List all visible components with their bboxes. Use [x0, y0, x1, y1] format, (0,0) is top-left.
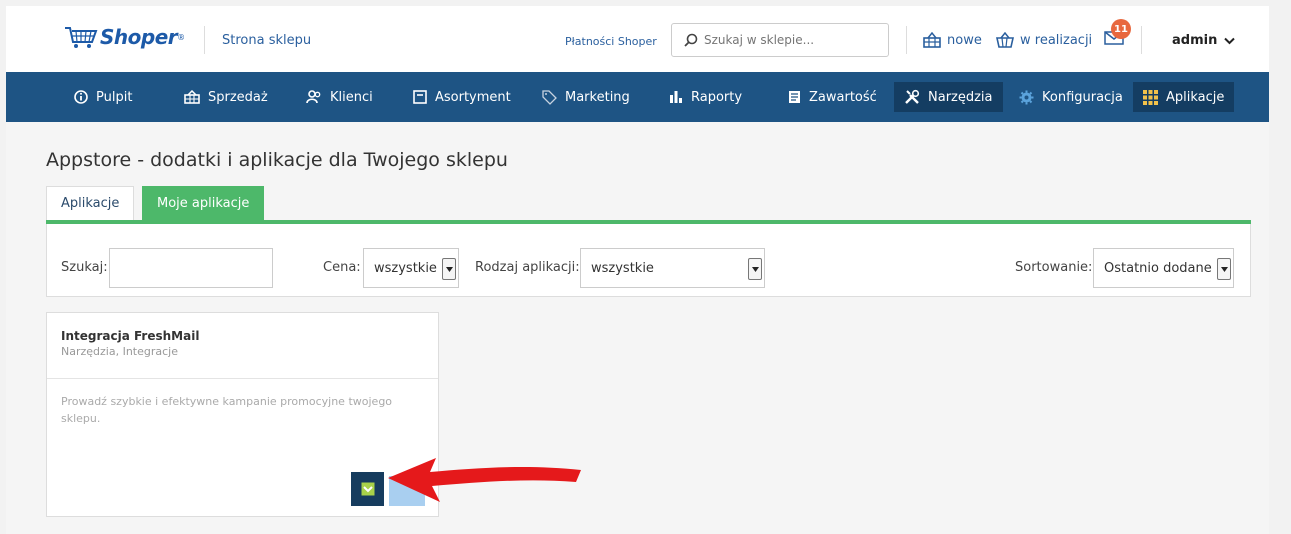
nav-label: Pulpit	[96, 89, 133, 105]
filter-search-input[interactable]	[109, 248, 273, 288]
price-value: wszystkie	[374, 260, 437, 276]
search-label: Szukaj:	[61, 260, 108, 275]
page-title: Appstore - dodatki i aplikacje dla Twoje…	[46, 149, 508, 171]
nav-item-sprzedaz[interactable]: Sprzedaż	[184, 82, 268, 112]
app-card: Integracja FreshMail Narzędzia, Integrac…	[46, 312, 439, 517]
logo-text: Shoper	[100, 25, 178, 49]
cart-logo-icon	[65, 27, 98, 48]
nav-label: Klienci	[330, 89, 373, 105]
orders-new-link[interactable]: nowe	[923, 32, 982, 48]
nav-label: Narzędzia	[928, 89, 993, 105]
nav-item-aplikacje[interactable]: Aplikacje	[1133, 82, 1235, 112]
dropdown-arrow-icon	[1217, 258, 1231, 280]
tag-icon	[542, 89, 557, 105]
orders-processing-link[interactable]: w realizacji	[996, 32, 1092, 48]
app-categories: Narzędzia, Integracje	[61, 345, 178, 358]
app-icon	[361, 482, 374, 496]
bar-chart-icon	[670, 91, 682, 103]
annotation-arrow	[388, 458, 581, 502]
basket-icon	[184, 90, 200, 104]
tab-aplikacje[interactable]: Aplikacje	[46, 186, 135, 220]
store-link[interactable]: Strona sklepu	[222, 33, 311, 48]
divider	[204, 26, 205, 54]
users-icon	[306, 90, 321, 104]
dropdown-arrow-icon	[442, 258, 456, 280]
nav-label: Zawartość	[809, 89, 877, 105]
nav-item-zawartosc[interactable]: Zawartość	[788, 82, 877, 112]
nav-label: Aplikacje	[1166, 89, 1225, 105]
nav-item-marketing[interactable]: Marketing	[542, 82, 630, 112]
box-icon	[413, 90, 427, 104]
type-label: Rodzaj aplikacji:	[475, 260, 580, 275]
info-circle-icon	[74, 90, 88, 104]
basket-icon	[923, 32, 941, 48]
nav-label: Marketing	[565, 89, 630, 105]
grid-icon	[1143, 89, 1158, 105]
sort-value: Ostatnio dodane	[1104, 260, 1212, 276]
type-select[interactable]: wszystkie	[580, 248, 765, 288]
user-menu[interactable]: admin	[1172, 33, 1236, 48]
app-description: Prowadź szybkie i efektywne kampanie pro…	[61, 395, 393, 425]
user-name: admin	[1172, 33, 1218, 48]
app-open-button[interactable]	[351, 472, 384, 506]
payments-link[interactable]: Płatności Shoper	[565, 35, 657, 48]
top-header: Shoper® Strona sklepu Płatności Shoper n…	[6, 6, 1269, 72]
basket-processing-icon	[996, 32, 1014, 48]
divider	[906, 26, 907, 54]
tab-moje-aplikacje[interactable]: Moje aplikacje	[142, 186, 265, 220]
nav-item-raporty[interactable]: Raporty	[669, 82, 742, 112]
filters-panel: Szukaj: Cena: wszystkie Rodzaj aplikacji…	[46, 224, 1251, 297]
nav-label: Sprzedaż	[208, 89, 268, 105]
search-box[interactable]	[671, 23, 889, 57]
dropdown-arrow-icon	[748, 258, 762, 280]
nav-item-konfiguracja[interactable]: Konfiguracja	[1019, 82, 1123, 112]
nav-item-pulpit[interactable]: Pulpit	[74, 82, 132, 112]
document-icon	[789, 91, 800, 103]
search-icon	[684, 33, 698, 47]
orders-processing-label: w realizacji	[1020, 32, 1093, 48]
orders-new-label: nowe	[947, 32, 982, 48]
gear-icon	[1019, 90, 1034, 104]
chevron-down-icon	[1224, 37, 1236, 44]
app-card-header: Integracja FreshMail Narzędzia, Integrac…	[47, 313, 438, 379]
search-input[interactable]	[702, 32, 886, 48]
nav-label: Raporty	[691, 89, 743, 105]
nav-item-klienci[interactable]: Klienci	[306, 82, 373, 112]
divider	[1141, 26, 1142, 54]
tools-icon	[905, 89, 920, 104]
price-select[interactable]: wszystkie	[363, 248, 459, 288]
shoper-logo[interactable]: Shoper ®	[64, 22, 185, 52]
nav-item-asortyment[interactable]: Asortyment	[413, 82, 511, 112]
app-window: Shoper® Strona sklepu Płatności Shoper n…	[6, 6, 1269, 534]
sort-label: Sortowanie:	[1015, 260, 1093, 275]
messages-badge: 11	[1111, 19, 1131, 39]
main-nav: Pulpit Sprzedaż Klienci Asortyment Marke…	[6, 72, 1269, 122]
app-title[interactable]: Integracja FreshMail	[61, 329, 438, 343]
nav-label: Asortyment	[435, 89, 511, 105]
nav-item-narzedzia[interactable]: Narzędzia	[894, 82, 1003, 112]
nav-label: Konfiguracja	[1042, 89, 1123, 105]
price-label: Cena:	[323, 260, 361, 275]
type-value: wszystkie	[591, 260, 654, 276]
sort-select[interactable]: Ostatnio dodane	[1093, 248, 1234, 288]
